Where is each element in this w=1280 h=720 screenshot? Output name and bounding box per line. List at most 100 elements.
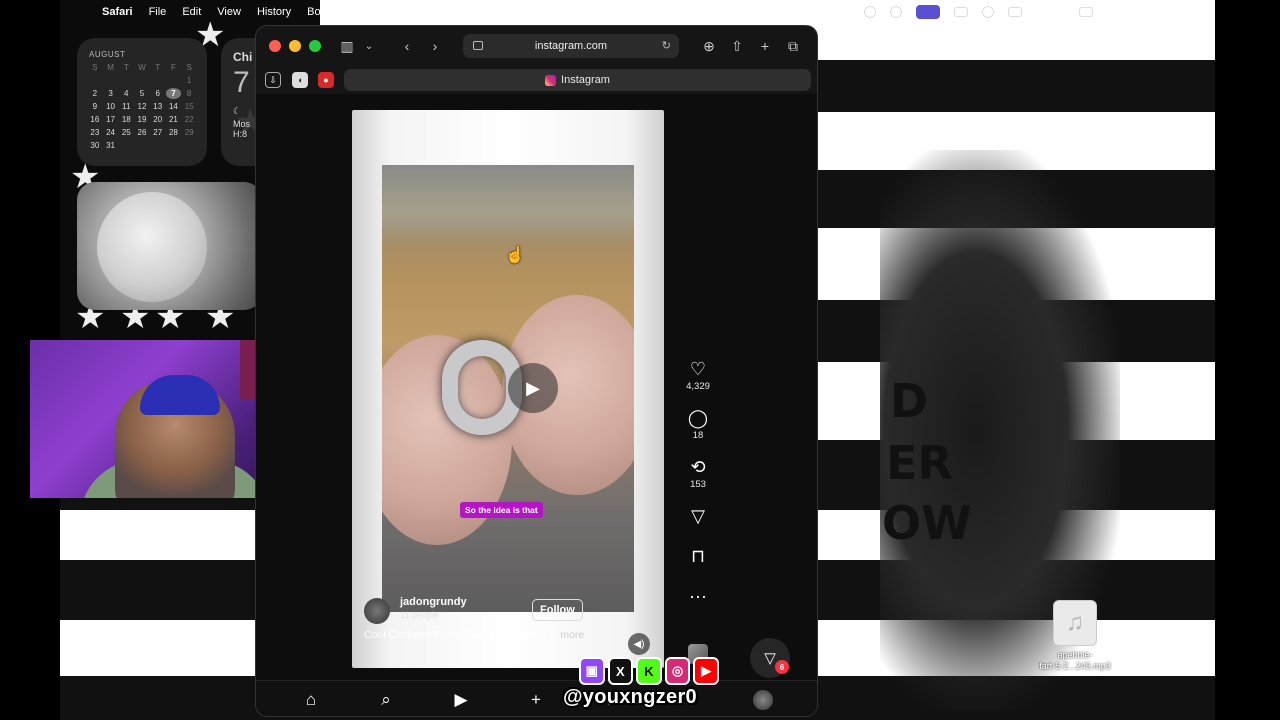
- download-extension-icon[interactable]: ⇩: [265, 72, 281, 88]
- calendar-weekday: F: [170, 63, 176, 72]
- zoom-window-button[interactable]: [309, 40, 321, 52]
- sidebar-chevron-icon[interactable]: ⌄: [362, 36, 376, 56]
- menu-app-name[interactable]: Safari: [102, 6, 133, 18]
- calendar-day: 31: [106, 141, 116, 150]
- author-avatar[interactable]: [364, 598, 390, 624]
- send-icon[interactable]: ▽: [676, 505, 720, 527]
- page-menu-icon[interactable]: [473, 41, 483, 50]
- music-file-icon[interactable]: ♫: [1053, 600, 1097, 646]
- menu-help[interactable]: Help: [433, 6, 456, 18]
- share-icon[interactable]: ⇧: [728, 36, 746, 56]
- menu-clock[interactable]: Fri Aug 7 12:41 AM: [1107, 6, 1201, 18]
- volume-icon[interactable]: ◀): [628, 633, 650, 655]
- search-icon[interactable]: ⌕: [374, 689, 398, 711]
- youtube-icon: ▶: [693, 657, 719, 685]
- address-bar[interactable]: instagram.com ↻: [463, 34, 679, 58]
- reels-icon[interactable]: ▶: [449, 689, 473, 711]
- more-link[interactable]: more: [557, 629, 584, 641]
- menu-bookmarks[interactable]: Bookmarks: [307, 6, 362, 18]
- calendar-day: 3: [108, 89, 113, 98]
- menu-view[interactable]: View: [217, 6, 241, 18]
- repost-count: 153: [690, 479, 706, 490]
- calendar-day: 6: [155, 89, 160, 98]
- like-count: 4,329: [686, 381, 710, 392]
- address-bar-url: instagram.com: [534, 40, 608, 52]
- battery-icon[interactable]: [1007, 7, 1022, 17]
- reload-icon[interactable]: ↻: [662, 39, 671, 52]
- status-icon[interactable]: [863, 6, 876, 18]
- photo-widget[interactable]: [77, 182, 262, 310]
- menu-edit[interactable]: Edit: [182, 6, 201, 18]
- share-action[interactable]: ▽: [676, 505, 720, 527]
- reel-card[interactable]: ▶ So the idea is that jadongrundy 11 peo…: [352, 110, 664, 668]
- menu-file[interactable]: File: [149, 6, 167, 18]
- control-center-icon[interactable]: [1079, 7, 1094, 17]
- grid-icon[interactable]: [953, 7, 968, 17]
- author-name[interactable]: jadongrundy: [400, 596, 467, 608]
- calendar-day: 14: [168, 102, 178, 111]
- record-icon[interactable]: [981, 6, 994, 18]
- calendar-day: [181, 140, 197, 151]
- calendar-day: 30: [90, 141, 100, 150]
- menu-history[interactable]: History: [257, 6, 291, 18]
- adblock-extension-icon[interactable]: ●: [318, 72, 334, 88]
- repost-icon[interactable]: ⟲: [676, 456, 720, 478]
- menu-bar: Safari File Edit View History Bookmarks …: [60, 0, 1215, 24]
- back-arrow-icon[interactable]: ‹: [398, 36, 416, 56]
- comment-action[interactable]: ◯ 18: [676, 407, 720, 441]
- menu-window[interactable]: Window: [378, 6, 417, 18]
- tab-title: Instagram: [561, 74, 610, 86]
- calendar-day: 21: [168, 115, 178, 124]
- forward-arrow-icon[interactable]: ›: [426, 36, 444, 56]
- mouse-cursor-icon: ☝: [505, 247, 525, 264]
- calendar-day: [118, 75, 134, 86]
- calendar-day: 7: [165, 88, 182, 99]
- follow-button[interactable]: Follow: [532, 599, 583, 621]
- calendar-day: 25: [121, 128, 131, 137]
- minimize-window-button[interactable]: [289, 40, 301, 52]
- video-background-shelf: [382, 165, 634, 245]
- x-icon: X: [607, 657, 634, 685]
- sync-icon[interactable]: [889, 6, 902, 18]
- tab-instagram[interactable]: Instagram: [344, 69, 811, 91]
- tab-overview-icon[interactable]: ⧉: [784, 36, 802, 56]
- home-icon[interactable]: ⌂: [299, 689, 323, 711]
- calendar-day: [166, 140, 182, 151]
- wifi-icon[interactable]: ◠: [1036, 6, 1046, 19]
- profile-avatar[interactable]: [751, 689, 775, 711]
- calendar-weekday: M: [107, 63, 114, 72]
- calendar-day: 27: [153, 128, 163, 137]
- more-options-icon[interactable]: ···: [676, 585, 720, 607]
- like-action[interactable]: ♡ 4,329: [676, 358, 720, 392]
- reel-video[interactable]: ▶ So the idea is that: [382, 165, 634, 612]
- calendar-day: 15: [184, 102, 194, 111]
- create-icon[interactable]: +: [524, 689, 548, 711]
- new-tab-icon[interactable]: +: [756, 36, 774, 56]
- calendar-day: [103, 75, 119, 86]
- extension-icon[interactable]: ◖: [292, 72, 308, 88]
- filter-button[interactable]: ▽ 6: [750, 638, 790, 678]
- heart-icon[interactable]: ♡: [676, 358, 720, 380]
- desktop-file[interactable]: ♫ apebble- fart-5-2...245.mp3: [1025, 600, 1125, 672]
- menu-extras: ◠ ⌕ Fri Aug 7 12:41 AM: [863, 5, 1201, 19]
- downloads-icon[interactable]: ⊕: [700, 36, 718, 56]
- calendar-widget[interactable]: AUGUST S M T W T F S 1 2 3 4 5 6 7 8 9 10 11 12 13 14 15 16 17 1…: [77, 38, 207, 166]
- sidebar-toggle-icon[interactable]: ▥: [338, 36, 356, 56]
- calendar-day: 23: [90, 128, 100, 137]
- calendar-day: 1: [186, 76, 192, 85]
- play-icon[interactable]: ▶: [508, 363, 558, 413]
- spotlight-icon[interactable]: ⌕: [1059, 6, 1065, 19]
- filter-icon: ▽: [764, 650, 776, 667]
- repost-action[interactable]: ⟲ 153: [676, 456, 720, 490]
- instagram-page: ▶ So the idea is that jadongrundy 11 peo…: [256, 94, 817, 680]
- close-window-button[interactable]: [269, 40, 281, 52]
- calendar-day: 28: [168, 128, 178, 137]
- save-action[interactable]: ⊓: [676, 545, 720, 567]
- bookmark-icon[interactable]: ⊓: [676, 545, 720, 567]
- comment-icon[interactable]: ◯: [676, 407, 720, 429]
- screen-record-icon[interactable]: [915, 5, 940, 19]
- calendar-day: [118, 140, 134, 151]
- post-description-text: Cool Clothes I Found This Week Part 2 ..…: [364, 629, 558, 641]
- more-options[interactable]: ···: [676, 585, 720, 607]
- calendar-day: [150, 75, 166, 86]
